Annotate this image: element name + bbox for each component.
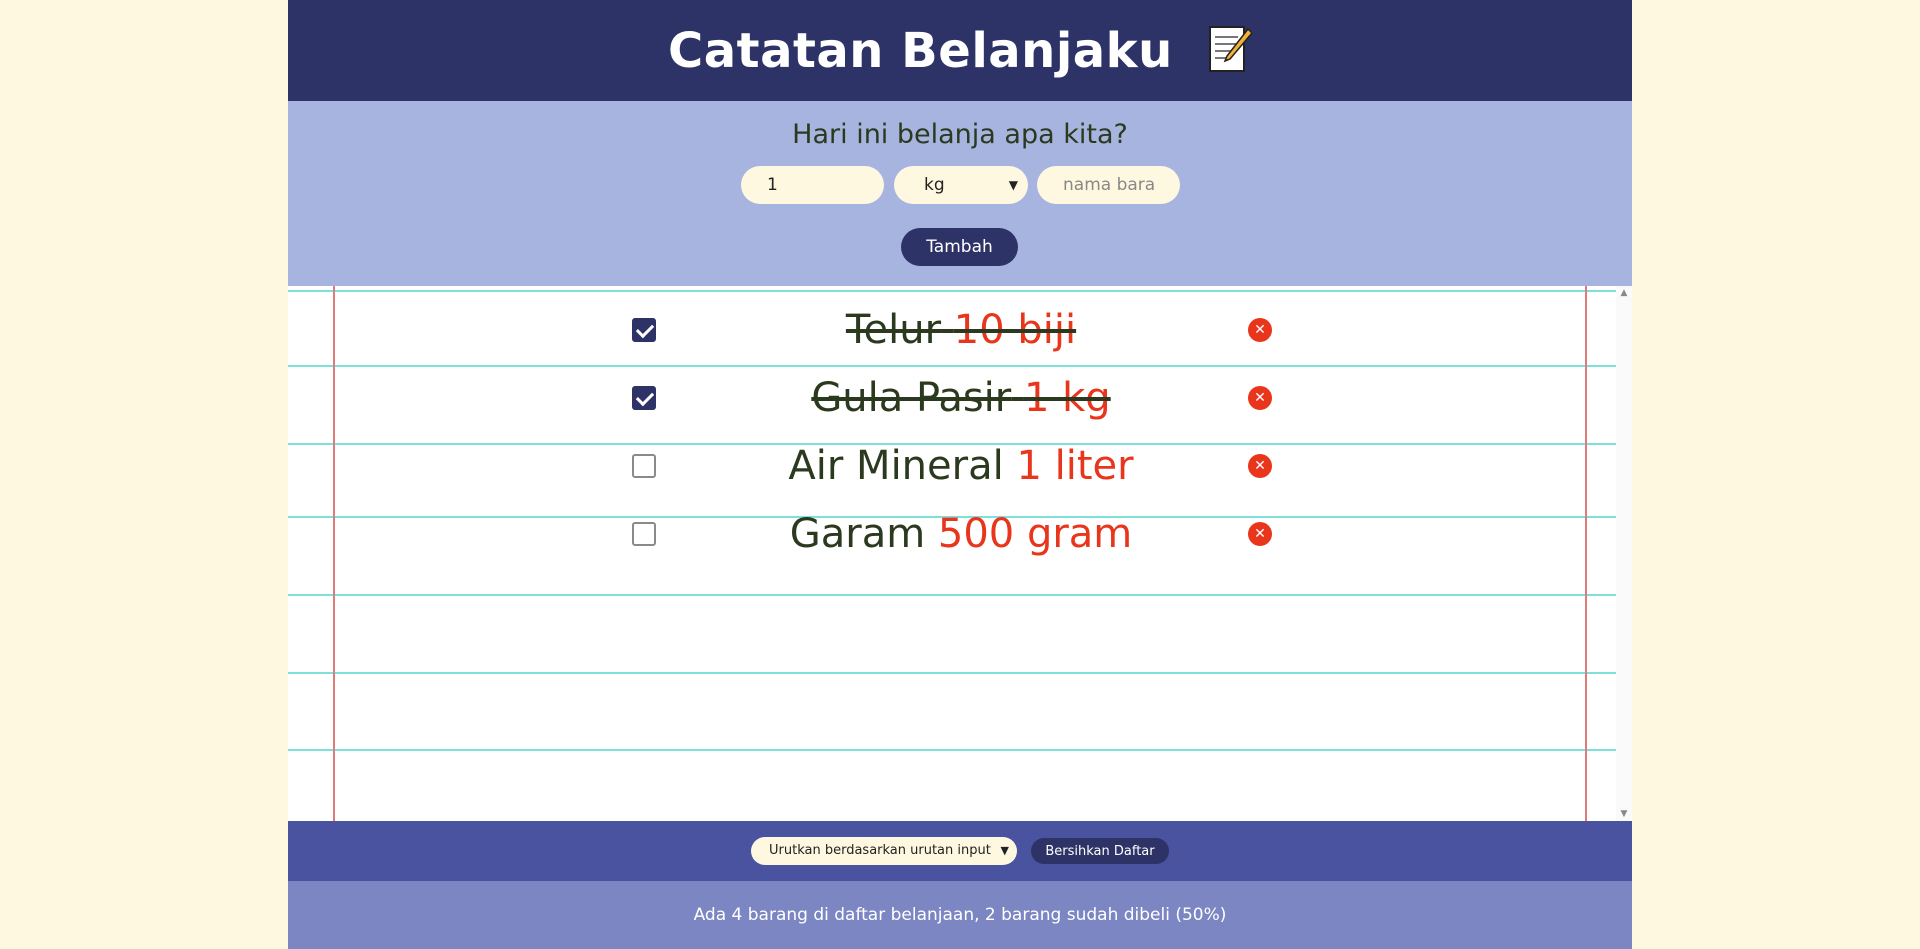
- scroll-down-icon[interactable]: ▼: [1616, 809, 1632, 819]
- scroll-up-icon[interactable]: ▲: [1616, 288, 1632, 298]
- stats-footer: Ada 4 barang di daftar belanjaan, 2 bara…: [288, 881, 1632, 949]
- item-text: Air Mineral 1 liter: [678, 441, 1244, 491]
- page-title: Catatan Belanjaku: [668, 23, 1252, 79]
- memo-icon: [1208, 25, 1252, 72]
- item-name: Garam: [789, 511, 926, 557]
- item-amount: 500 gram: [937, 511, 1133, 557]
- app-container: Catatan Belanjaku Hari ini belanja apa k…: [288, 0, 1632, 949]
- list-item: Air Mineral 1 liter ✕: [288, 441, 1616, 491]
- form-question: Hari ini belanja apa kita?: [792, 119, 1128, 150]
- chevron-down-icon: ▼: [1000, 844, 1009, 857]
- item-checkbox[interactable]: [632, 454, 656, 478]
- unit-select-value: kg: [924, 175, 945, 195]
- delete-icon[interactable]: ✕: [1248, 318, 1272, 342]
- item-text: Telur 10 biji: [678, 305, 1244, 355]
- delete-icon[interactable]: ✕: [1248, 454, 1272, 478]
- list-item: Garam 500 gram ✕: [288, 509, 1616, 559]
- add-button[interactable]: Tambah: [901, 228, 1018, 266]
- list-item: Gula Pasir 1 kg ✕: [288, 373, 1616, 423]
- item-text: Garam 500 gram: [678, 509, 1244, 559]
- item-checkbox[interactable]: [632, 318, 656, 342]
- item-amount: 10 biji: [953, 307, 1077, 353]
- sort-select[interactable]: Urutkan berdasarkan urutan input ▼: [751, 837, 1017, 865]
- item-amount: 1 kg: [1023, 375, 1111, 421]
- item-name: Air Mineral: [788, 443, 1004, 489]
- list-scrollbar[interactable]: ▲ ▼: [1616, 286, 1632, 821]
- chevron-down-icon: ▼: [1008, 178, 1018, 192]
- list-item: Telur 10 biji ✕: [288, 305, 1616, 355]
- app-header: Catatan Belanjaku: [288, 0, 1632, 101]
- delete-icon[interactable]: ✕: [1248, 386, 1272, 410]
- page-title-text: Catatan Belanjaku: [668, 22, 1173, 79]
- sort-select-value: Urutkan berdasarkan urutan input: [769, 843, 991, 858]
- quantity-input[interactable]: 1: [741, 166, 884, 204]
- item-checkbox[interactable]: [632, 522, 656, 546]
- item-checkbox[interactable]: [632, 386, 656, 410]
- shopping-list: Telur 10 biji ✕ Gula Pasir 1 kg ✕ Air Mi…: [288, 286, 1616, 821]
- item-name: Telur: [845, 307, 942, 353]
- add-item-form: Hari ini belanja apa kita? 1 kg ▼ nama b…: [288, 101, 1632, 286]
- delete-icon[interactable]: ✕: [1248, 522, 1272, 546]
- ruled-line: [288, 672, 1616, 674]
- item-name: Gula Pasir: [811, 375, 1012, 421]
- item-name-input[interactable]: nama bara: [1037, 166, 1180, 204]
- ruled-line: [288, 365, 1616, 367]
- ruled-line: [288, 594, 1616, 596]
- item-amount: 1 liter: [1016, 443, 1134, 489]
- ruled-line: [288, 290, 1616, 292]
- item-text: Gula Pasir 1 kg: [678, 373, 1244, 423]
- clear-list-button[interactable]: Bersihkan Daftar: [1031, 838, 1169, 864]
- ruled-line: [288, 749, 1616, 751]
- list-actions-bar: Urutkan berdasarkan urutan input ▼ Bersi…: [288, 821, 1632, 881]
- unit-select[interactable]: kg ▼: [894, 166, 1028, 204]
